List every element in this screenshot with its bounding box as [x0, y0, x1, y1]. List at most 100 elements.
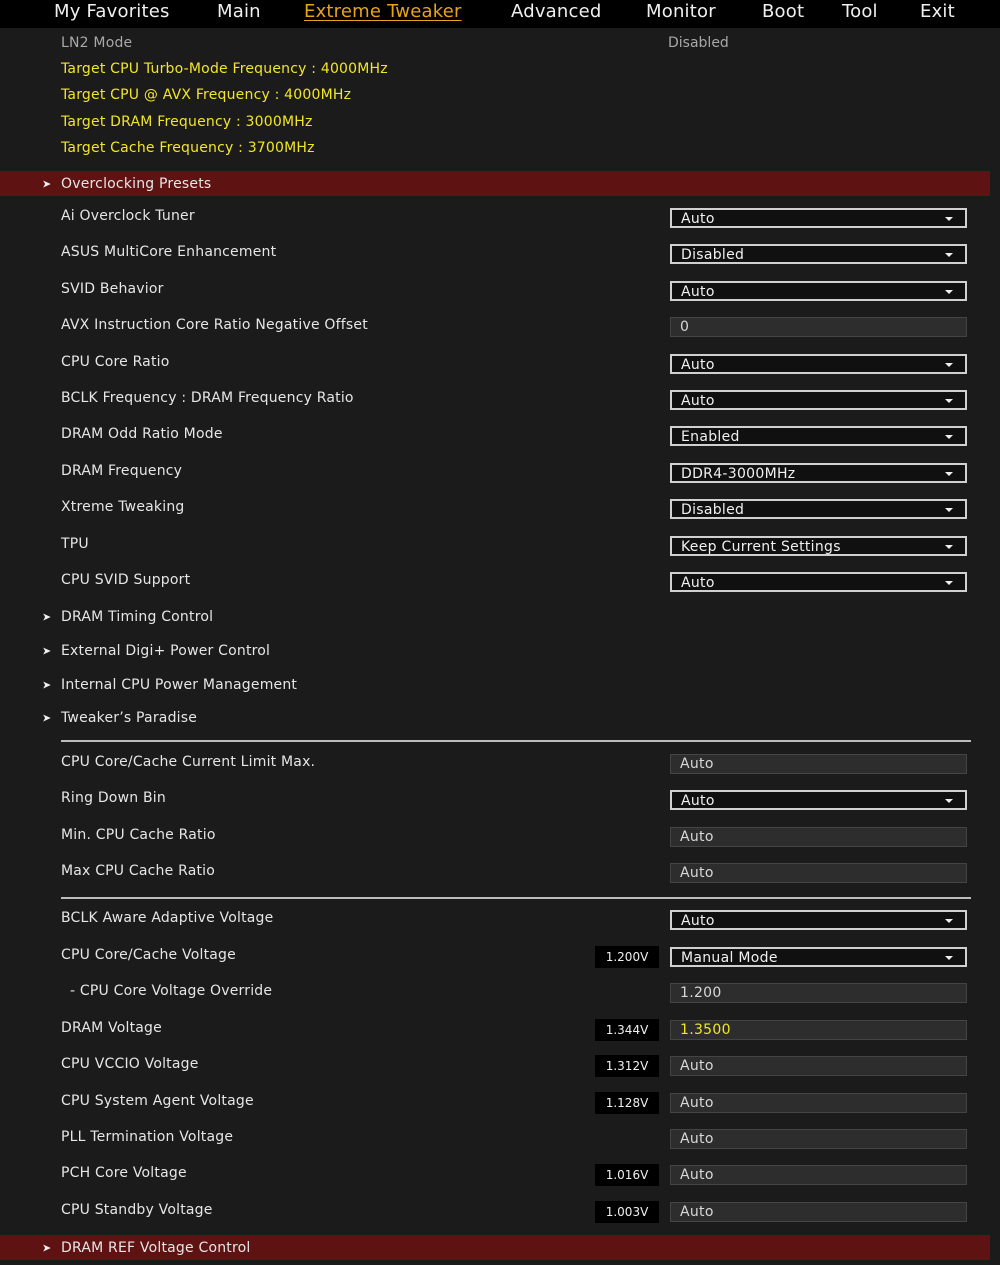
bclk-dram-ratio-dropdown[interactable]: Auto — [670, 390, 967, 410]
tab-main[interactable]: Main — [217, 1, 261, 22]
multicore-enhancement-dropdown[interactable]: Disabled — [670, 244, 967, 264]
pch-core-voltage-input[interactable]: Auto — [670, 1165, 967, 1185]
caret-down-icon — [945, 956, 953, 960]
setting-label: CPU Core Ratio — [61, 354, 170, 370]
voltage-reading: 1.003V — [595, 1201, 659, 1223]
tab-tool[interactable]: Tool — [842, 1, 878, 22]
dram-ref-voltage-control-label: DRAM REF Voltage Control — [61, 1239, 251, 1256]
min-cache-ratio-field[interactable]: Auto — [670, 827, 967, 847]
overclocking-presets-label: Overclocking Presets — [61, 175, 212, 192]
dropdown-value: Disabled — [681, 247, 745, 263]
setting-label: SVID Behavior — [61, 281, 164, 297]
submenu-label: DRAM Timing Control — [61, 609, 214, 625]
setting-label: CPU Standby Voltage — [61, 1202, 213, 1218]
setting-label: Ai Overclock Tuner — [61, 208, 195, 224]
caret-down-icon — [945, 545, 953, 549]
cpu-system-agent-voltage-input[interactable]: Auto — [670, 1093, 967, 1113]
input-value: 1.3500 — [680, 1022, 731, 1038]
caret-down-icon — [945, 217, 953, 221]
dropdown-value: Auto — [681, 793, 715, 809]
input-value: Auto — [680, 1095, 714, 1111]
dram-odd-ratio-dropdown[interactable]: Enabled — [670, 426, 967, 446]
tab-extreme-tweaker[interactable]: Extreme Tweaker — [304, 1, 462, 22]
cpu-core-voltage-override-input[interactable]: 1.200 — [670, 983, 967, 1003]
cpu-vccio-voltage-input[interactable]: Auto — [670, 1056, 967, 1076]
cpu-core-ratio-dropdown[interactable]: Auto — [670, 354, 967, 374]
caret-down-icon — [945, 363, 953, 367]
top-nav: My Favorites Main Extreme Tweaker Advanc… — [0, 0, 1000, 28]
field-value: Auto — [680, 756, 714, 772]
max-cache-ratio-field[interactable]: Auto — [670, 863, 967, 883]
current-limit-field[interactable]: Auto — [670, 754, 967, 774]
right-arrow-icon: ➤ — [42, 711, 52, 725]
submenu-external-digi-power[interactable]: ➤ External Digi+ Power Control — [0, 634, 1000, 668]
setting-label: CPU VCCIO Voltage — [61, 1056, 199, 1072]
setting-label: TPU — [61, 536, 89, 552]
input-value: 1.200 — [680, 985, 722, 1001]
caret-down-icon — [945, 508, 953, 512]
voltage-reading: 1.200V — [595, 946, 659, 968]
right-arrow-icon: ➤ — [42, 678, 52, 692]
setting-label: CPU SVID Support — [61, 572, 191, 588]
setting-label: - CPU Core Voltage Override — [70, 983, 273, 999]
tab-monitor[interactable]: Monitor — [646, 1, 716, 22]
dropdown-value: Auto — [681, 575, 715, 591]
dram-frequency-dropdown[interactable]: DDR4-3000MHz — [670, 463, 967, 483]
input-value: Auto — [680, 1058, 714, 1074]
submenu-dram-timing-control[interactable]: ➤ DRAM Timing Control — [0, 600, 1000, 634]
ai-overclock-tuner-dropdown[interactable]: Auto — [670, 208, 967, 228]
submenu-internal-cpu-power[interactable]: ➤ Internal CPU Power Management — [0, 668, 1000, 702]
pll-termination-voltage-input[interactable]: Auto — [670, 1129, 967, 1149]
ln2-mode-label: LN2 Mode — [61, 35, 133, 51]
setting-label: AVX Instruction Core Ratio Negative Offs… — [61, 317, 368, 333]
tab-boot[interactable]: Boot — [762, 1, 804, 22]
target-cpu-avx-text: Target CPU @ AVX Frequency : 4000MHz — [61, 87, 352, 103]
cpu-standby-voltage-input[interactable]: Auto — [670, 1202, 967, 1222]
bclk-aware-voltage-dropdown[interactable]: Auto — [670, 910, 967, 930]
setting-label: CPU Core/Cache Current Limit Max. — [61, 754, 316, 770]
input-value: 0 — [680, 319, 690, 335]
voltage-reading: 1.128V — [595, 1092, 659, 1114]
caret-down-icon — [945, 799, 953, 803]
input-value: Auto — [680, 1204, 714, 1220]
right-arrow-icon: ➤ — [42, 610, 52, 624]
section-divider — [61, 897, 971, 899]
right-arrow-icon: ➤ — [42, 644, 52, 658]
setting-label: DRAM Odd Ratio Mode — [61, 426, 223, 442]
overclocking-presets-item[interactable]: ➤ Overclocking Presets — [0, 171, 990, 196]
submenu-label: Internal CPU Power Management — [61, 677, 298, 693]
field-value: Auto — [680, 829, 714, 845]
field-value: Auto — [680, 865, 714, 881]
dropdown-value: Auto — [681, 211, 715, 227]
caret-down-icon — [945, 919, 953, 923]
cpu-core-cache-voltage-dropdown[interactable]: Manual Mode — [670, 947, 967, 967]
tab-advanced[interactable]: Advanced — [511, 1, 602, 22]
ring-down-bin-dropdown[interactable]: Auto — [670, 790, 967, 810]
caret-down-icon — [945, 581, 953, 585]
dropdown-value: Enabled — [681, 429, 740, 445]
cpu-svid-support-dropdown[interactable]: Auto — [670, 572, 967, 592]
setting-label: Min. CPU Cache Ratio — [61, 827, 216, 843]
xtreme-tweaking-dropdown[interactable]: Disabled — [670, 499, 967, 519]
tab-exit[interactable]: Exit — [920, 1, 955, 22]
svid-behavior-dropdown[interactable]: Auto — [670, 281, 967, 301]
avx-offset-input[interactable]: 0 — [670, 317, 967, 337]
voltage-reading: 1.016V — [595, 1164, 659, 1186]
voltage-reading: 1.344V — [595, 1019, 659, 1041]
right-arrow-icon: ➤ — [42, 1241, 52, 1254]
dropdown-value: Disabled — [681, 502, 745, 518]
ln2-mode-value: Disabled — [668, 35, 729, 51]
caret-down-icon — [945, 399, 953, 403]
setting-label: BCLK Aware Adaptive Voltage — [61, 910, 274, 926]
dram-ref-voltage-control-item[interactable]: ➤ DRAM REF Voltage Control — [0, 1235, 990, 1260]
dropdown-value: Manual Mode — [681, 950, 778, 966]
setting-label: DRAM Frequency — [61, 463, 183, 479]
tab-my-favorites[interactable]: My Favorites — [54, 1, 170, 22]
caret-down-icon — [945, 472, 953, 476]
caret-down-icon — [945, 253, 953, 257]
dropdown-value: Keep Current Settings — [681, 539, 841, 555]
submenu-tweakers-paradise[interactable]: ➤ Tweaker’s Paradise — [0, 701, 1000, 735]
dram-voltage-input[interactable]: 1.3500 — [670, 1020, 967, 1040]
tpu-dropdown[interactable]: Keep Current Settings — [670, 536, 967, 556]
setting-label: Ring Down Bin — [61, 790, 166, 806]
